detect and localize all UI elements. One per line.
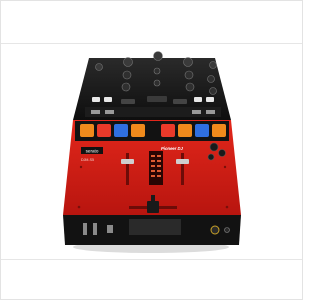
knob-icon bbox=[121, 82, 131, 92]
knob-icon bbox=[209, 87, 217, 95]
knob-icon bbox=[218, 149, 226, 157]
front-vent bbox=[129, 219, 181, 235]
serato-badge-text: serato bbox=[86, 149, 99, 154]
pad-icon bbox=[131, 124, 145, 137]
button-icon bbox=[92, 97, 100, 102]
pad-icon bbox=[80, 124, 94, 137]
dj-mixer-product-image: serato DJM-S5 Pioneer DJ bbox=[63, 51, 241, 253]
fader-cap-icon bbox=[176, 159, 189, 164]
knob-icon bbox=[209, 61, 217, 69]
crossfader-stem bbox=[151, 195, 155, 203]
fader-cap-icon bbox=[121, 159, 134, 164]
toggle-icon bbox=[93, 223, 97, 235]
fader-track bbox=[181, 153, 184, 185]
switch-icon bbox=[107, 225, 113, 233]
button-icon bbox=[105, 110, 114, 114]
pad-icon bbox=[161, 124, 175, 137]
button-icon bbox=[206, 97, 214, 102]
knob-icon bbox=[153, 51, 163, 61]
knob-icon bbox=[207, 153, 215, 161]
fader-track bbox=[126, 153, 129, 185]
product-card: serato DJM-S5 Pioneer DJ bbox=[0, 0, 303, 300]
knob-icon bbox=[95, 63, 103, 71]
knob-icon bbox=[122, 70, 132, 80]
knob-icon bbox=[224, 227, 230, 233]
pad-icon bbox=[195, 124, 209, 137]
model-label: DJM-S5 bbox=[81, 158, 94, 162]
knob-icon bbox=[185, 82, 195, 92]
knob-icon bbox=[123, 57, 133, 67]
pad-icon bbox=[114, 124, 128, 137]
button-icon bbox=[192, 110, 201, 114]
toggle-icon bbox=[83, 223, 87, 235]
knob-icon bbox=[184, 70, 194, 80]
button-icon bbox=[104, 97, 112, 102]
button-icon bbox=[147, 96, 167, 102]
knob-icon bbox=[153, 67, 161, 75]
button-icon bbox=[91, 110, 100, 114]
headphone-jack-icon bbox=[210, 225, 220, 235]
button-icon bbox=[194, 97, 202, 102]
button-icon bbox=[173, 99, 187, 104]
pad-icon bbox=[97, 124, 111, 137]
knob-icon bbox=[183, 57, 193, 67]
knob-icon bbox=[153, 79, 161, 87]
pad-icon bbox=[178, 124, 192, 137]
knob-icon bbox=[209, 142, 219, 152]
knob-icon bbox=[207, 75, 215, 83]
button-icon bbox=[121, 99, 135, 104]
pad-icon bbox=[212, 124, 226, 137]
brand-logo: Pioneer DJ bbox=[161, 146, 184, 151]
button-icon bbox=[206, 110, 215, 114]
